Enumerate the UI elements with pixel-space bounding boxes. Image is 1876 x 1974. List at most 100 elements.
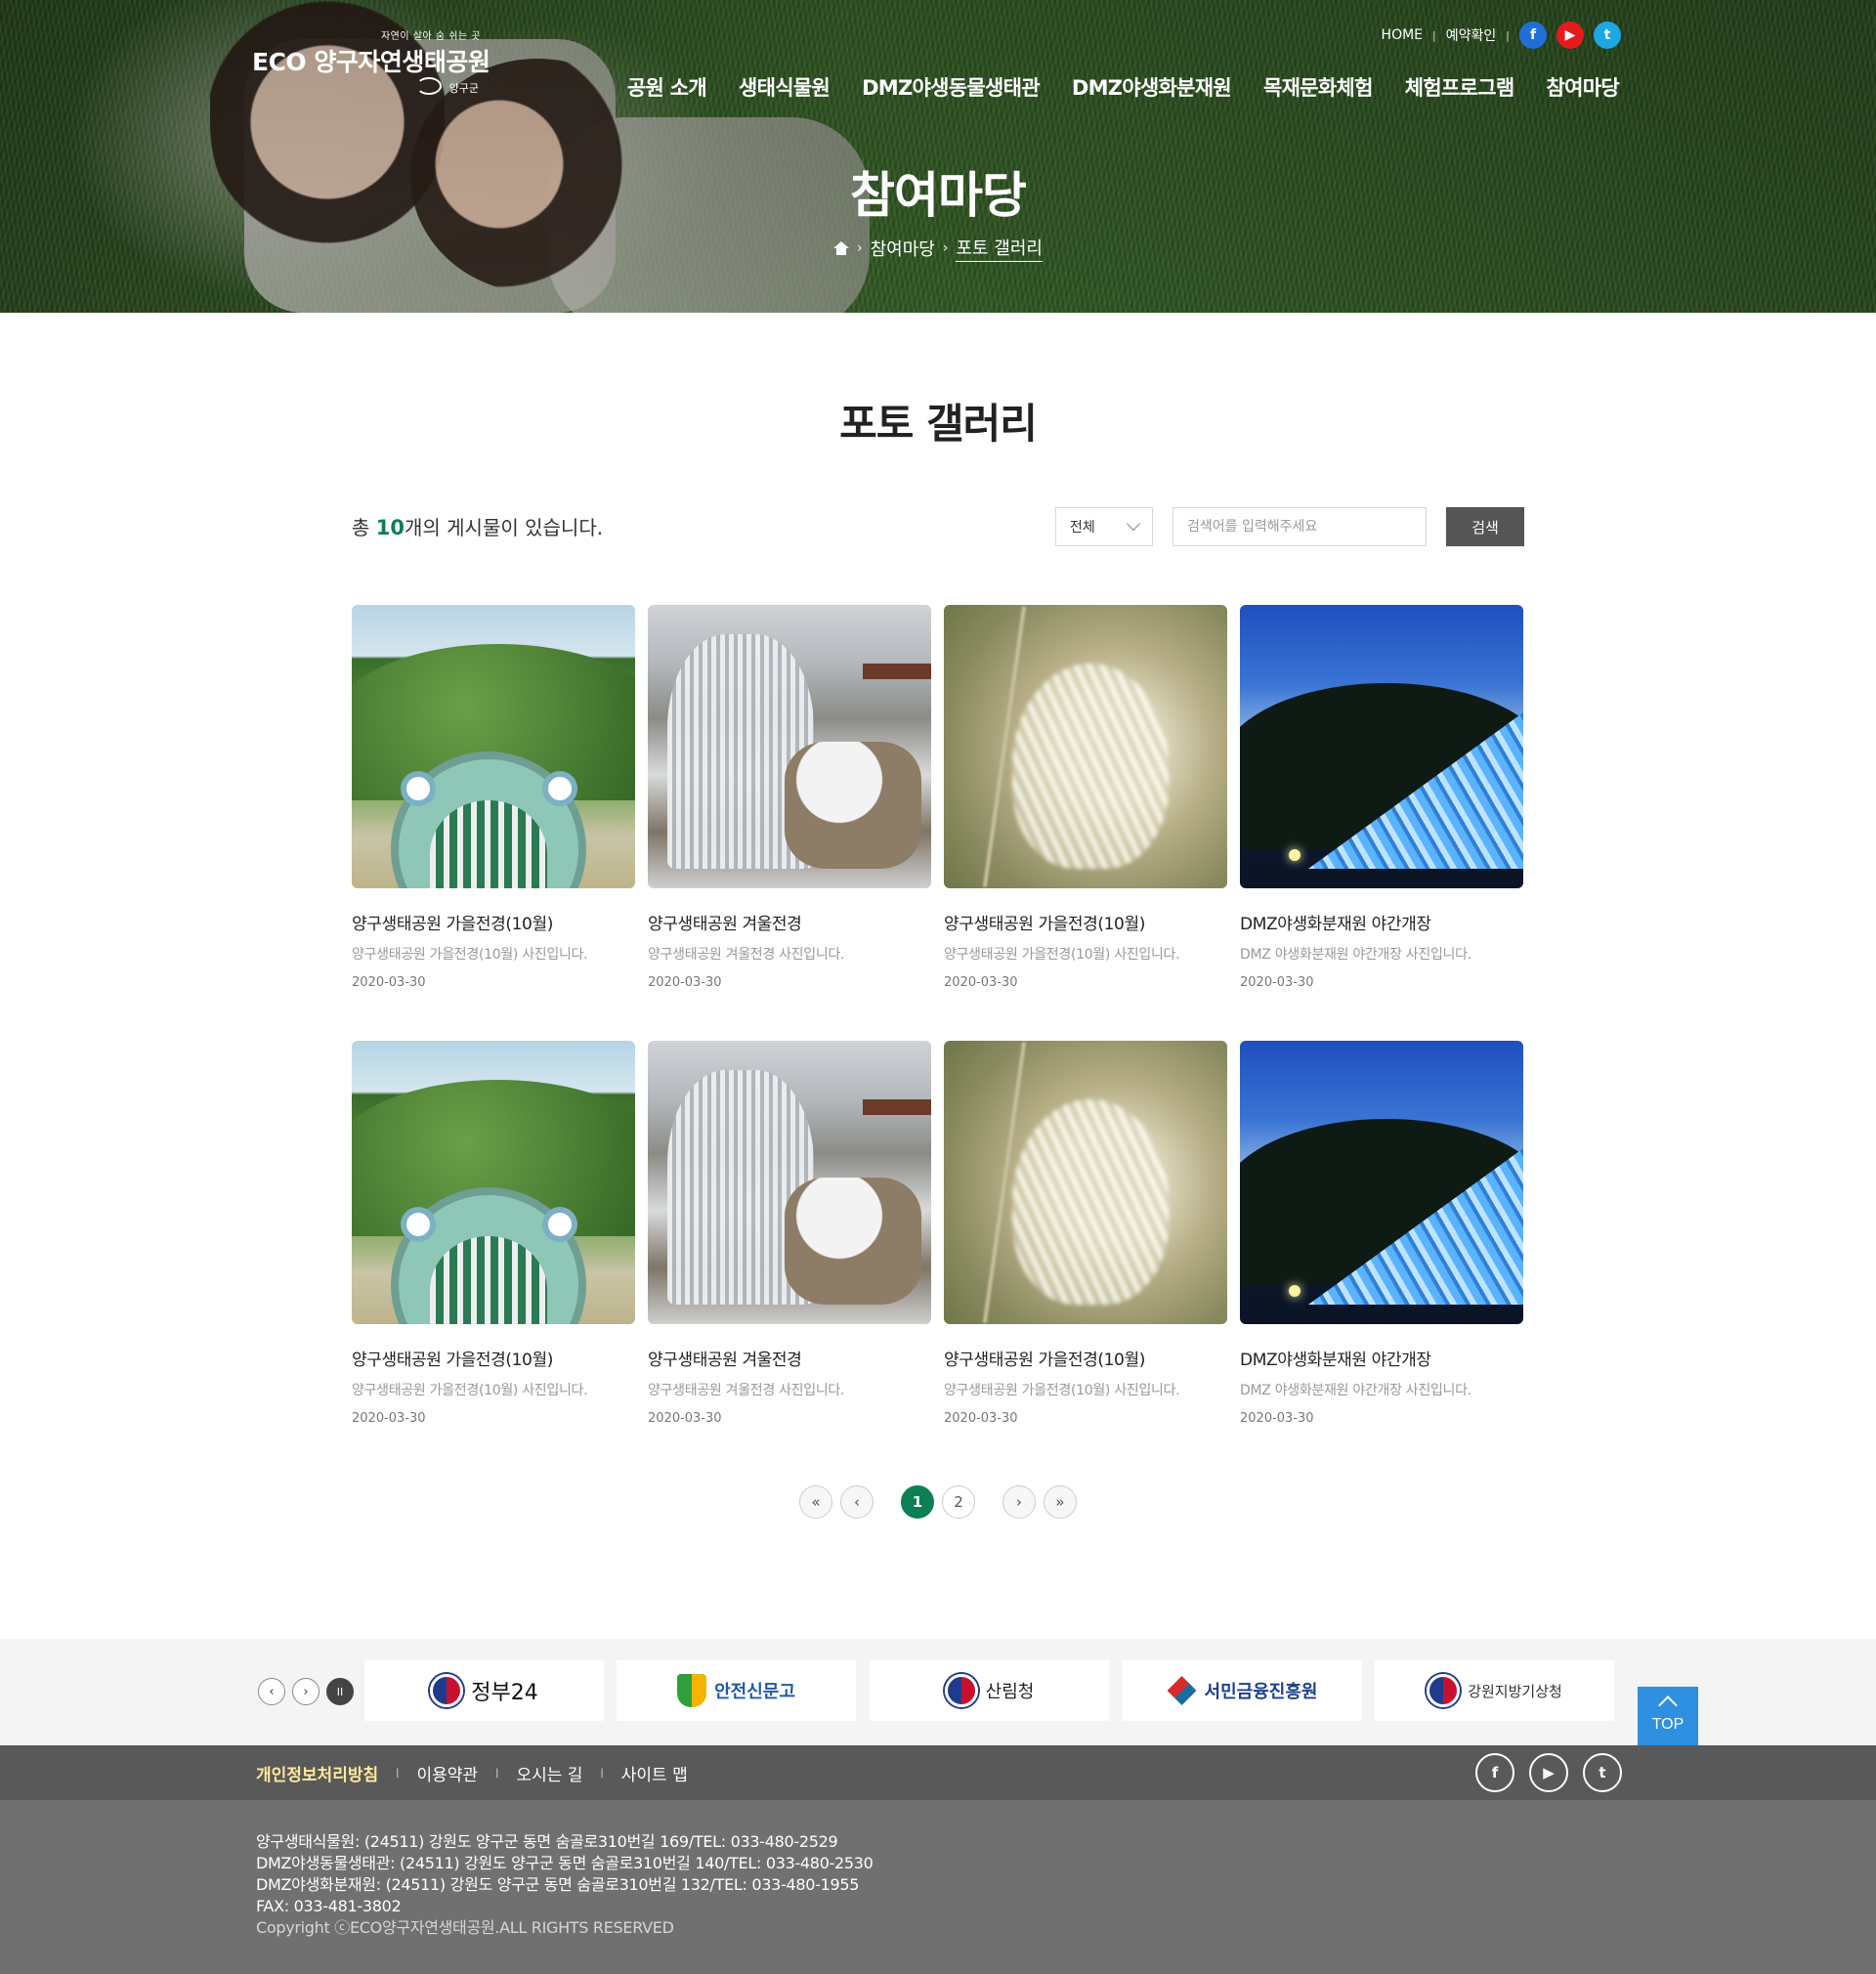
reservation-check-link[interactable]: 예약확인 — [1446, 25, 1497, 45]
banner-label: 서민금융진흥원 — [1204, 1682, 1318, 1702]
nav-dmz-wildlife-hall[interactable]: DMZ야생동물생태관 — [862, 72, 1040, 102]
twitter-icon[interactable]: t — [1583, 1753, 1622, 1792]
thumb-deck — [863, 1099, 931, 1115]
gallery-date: 2020-03-30 — [1240, 1411, 1314, 1426]
page-number-current[interactable]: 1 — [901, 1485, 934, 1519]
breadcrumb-current[interactable]: 포토 갤러리 — [956, 235, 1043, 262]
facebook-icon[interactable]: f — [1475, 1753, 1514, 1792]
gallery-title[interactable]: 양구생태공원 가을전경(10월) — [944, 1346, 1227, 1370]
gallery-card[interactable]: 양구생태공원 가을전경(10월) 양구생태공원 가을전경(10월) 사진입니다.… — [352, 1041, 635, 1477]
banner-forest-service[interactable]: 산림청 — [870, 1660, 1109, 1721]
gallery-title[interactable]: 양구생태공원 가을전경(10월) — [944, 910, 1227, 934]
county-emblem-icon — [416, 77, 442, 95]
gallery-date: 2020-03-30 — [648, 1411, 722, 1426]
banner-microfinance[interactable]: 서민금융진흥원 — [1123, 1660, 1362, 1721]
last-page-button[interactable]: » — [1044, 1485, 1077, 1519]
breadcrumb-parent[interactable]: 참여마당 — [871, 236, 935, 261]
pagination: « ‹ 1 2 › » — [0, 1485, 1876, 1519]
banner-label: 안전신문고 — [714, 1682, 795, 1702]
finance-logo-icon — [1167, 1676, 1197, 1705]
gallery-date: 2020-03-30 — [648, 975, 722, 990]
copyright: Copyright ⓒECO양구자연생태공원.ALL RIGHTS RESERV… — [256, 1918, 674, 1937]
banner-label: 정부24 — [471, 1681, 538, 1705]
gallery-desc: 양구생태공원 겨울전경 사진입니다. — [648, 1383, 845, 1398]
next-page-button[interactable]: › — [1002, 1485, 1036, 1519]
gallery-title[interactable]: DMZ야생화분재원 야간개장 — [1240, 910, 1523, 934]
fax: FAX: 033-481-3802 — [256, 1897, 402, 1915]
nav-wood-culture[interactable]: 목재문화체험 — [1263, 72, 1373, 102]
thumb-snow-rock — [785, 1178, 921, 1305]
nav-dmz-wildflower-garden[interactable]: DMZ야생화분재원 — [1072, 72, 1232, 102]
thumb-slide-eye — [542, 1207, 577, 1242]
twitter-icon[interactable]: t — [1594, 21, 1621, 49]
sitemap-link[interactable]: 사이트 맵 — [621, 1761, 688, 1785]
gallery-thumbnail[interactable] — [1240, 605, 1523, 888]
gallery-card[interactable]: 양구생태공원 겨울전경 양구생태공원 겨울전경 사진입니다. 2020-03-3… — [648, 605, 931, 1041]
home-icon[interactable] — [833, 241, 849, 255]
banner-weather-office[interactable]: 강원지방기상청 — [1375, 1660, 1614, 1721]
address-wildflower: DMZ야생화분재원: (24511) 강원도 양구군 동면 숨골로310번길 1… — [256, 1875, 860, 1894]
chevron-left-icon[interactable]: ‹ — [258, 1678, 285, 1705]
privacy-policy-link[interactable]: 개인정보처리방침 — [256, 1761, 378, 1785]
page-number[interactable]: 2 — [942, 1485, 975, 1519]
nav-programs[interactable]: 체험프로그램 — [1405, 72, 1514, 102]
gallery-title[interactable]: 양구생태공원 가을전경(10월) — [352, 1346, 635, 1370]
hero-title: 참여마당 — [850, 167, 1027, 224]
nav-participation[interactable]: 참여마당 — [1547, 72, 1620, 102]
top-label: TOP — [1651, 1716, 1684, 1733]
chevron-right-icon[interactable]: › — [292, 1678, 320, 1705]
terms-link[interactable]: 이용약관 — [417, 1761, 479, 1785]
gallery-date: 2020-03-30 — [352, 1411, 426, 1426]
gallery-card[interactable]: DMZ야생화분재원 야간개장 DMZ 야생화분재원 야간개장 사진입니다. 20… — [1240, 605, 1523, 1041]
chevron-down-icon — [1126, 516, 1141, 532]
nav-botanical-garden[interactable]: 생태식물원 — [739, 72, 831, 102]
directions-link[interactable]: 오시는 길 — [516, 1761, 582, 1785]
gallery-title[interactable]: 양구생태공원 겨울전경 — [648, 910, 931, 934]
gallery-card[interactable]: 양구생태공원 가을전경(10월) 양구생태공원 가을전경(10월) 사진입니다.… — [944, 1041, 1227, 1477]
youtube-icon[interactable]: ▶ — [1529, 1753, 1568, 1792]
gallery-title[interactable]: 양구생태공원 겨울전경 — [648, 1346, 931, 1370]
banner-safety-report[interactable]: 안전신문고 — [617, 1660, 856, 1721]
nav-park-intro[interactable]: 공원 소개 — [627, 72, 707, 102]
page-title: 포토 갤러리 — [839, 400, 1038, 448]
gallery-thumbnail[interactable] — [944, 1041, 1227, 1324]
pause-icon[interactable]: II — [326, 1678, 354, 1705]
gallery-card[interactable]: 양구생태공원 겨울전경 양구생태공원 겨울전경 사진입니다. 2020-03-3… — [648, 1041, 931, 1477]
search-category-select[interactable]: 전체 — [1055, 507, 1153, 546]
gallery-date: 2020-03-30 — [944, 1411, 1018, 1426]
first-page-button[interactable]: « — [799, 1485, 832, 1519]
back-to-top-button[interactable]: TOP — [1638, 1687, 1698, 1745]
gallery-thumbnail[interactable] — [352, 1041, 635, 1324]
gallery-thumbnail[interactable] — [648, 1041, 931, 1324]
gallery-thumbnail[interactable] — [1240, 1041, 1523, 1324]
gallery-card[interactable]: 양구생태공원 가을전경(10월) 양구생태공원 가을전경(10월) 사진입니다.… — [352, 605, 635, 1041]
gallery-card[interactable]: DMZ야생화분재원 야간개장 DMZ 야생화분재원 야간개장 사진입니다. 20… — [1240, 1041, 1523, 1477]
gallery-card[interactable]: 양구생태공원 가을전경(10월) 양구생태공원 가을전경(10월) 사진입니다.… — [944, 605, 1227, 1041]
divider: | — [495, 1768, 499, 1779]
gallery-grid: 양구생태공원 가을전경(10월) 양구생태공원 가을전경(10월) 사진입니다.… — [352, 605, 1525, 1477]
home-link[interactable]: HOME — [1382, 27, 1423, 43]
search-input[interactable] — [1172, 507, 1427, 546]
gallery-title[interactable]: 양구생태공원 가을전경(10월) — [352, 910, 635, 934]
search-button[interactable]: 검색 — [1446, 507, 1524, 546]
main-navigation: 공원 소개 생태식물원 DMZ야생동물생태관 DMZ야생화분재원 목재문화체험 … — [627, 72, 1620, 102]
logo-tagline: 자연이 살아 숨 쉬는 곳 — [380, 31, 481, 42]
thumb-lamp — [1289, 849, 1300, 861]
gallery-desc: 양구생태공원 가을전경(10월) 사진입니다. — [352, 1383, 588, 1398]
breadcrumb: › 참여마당 › 포토 갤러리 — [0, 235, 1876, 262]
youtube-icon[interactable]: ▶ — [1556, 21, 1584, 49]
divider: | — [1432, 28, 1436, 42]
prev-page-button[interactable]: ‹ — [840, 1485, 874, 1519]
gallery-date: 2020-03-30 — [944, 975, 1018, 990]
banner-gov24[interactable]: 정부24 — [364, 1660, 604, 1721]
gallery-thumbnail[interactable] — [944, 605, 1227, 888]
chevron-right-icon: › — [857, 240, 863, 256]
gallery-thumbnail[interactable] — [352, 605, 635, 888]
thumb-reed-plume — [1012, 664, 1169, 869]
facebook-icon[interactable]: f — [1519, 21, 1547, 49]
site-logo[interactable]: 자연이 살아 숨 쉬는 곳 ECO 양구자연생태공원 양구군 — [252, 25, 490, 104]
thumb-reed-plume — [1012, 1099, 1169, 1305]
gallery-thumbnail[interactable] — [648, 605, 931, 888]
gallery-title[interactable]: DMZ야생화분재원 야간개장 — [1240, 1346, 1523, 1370]
